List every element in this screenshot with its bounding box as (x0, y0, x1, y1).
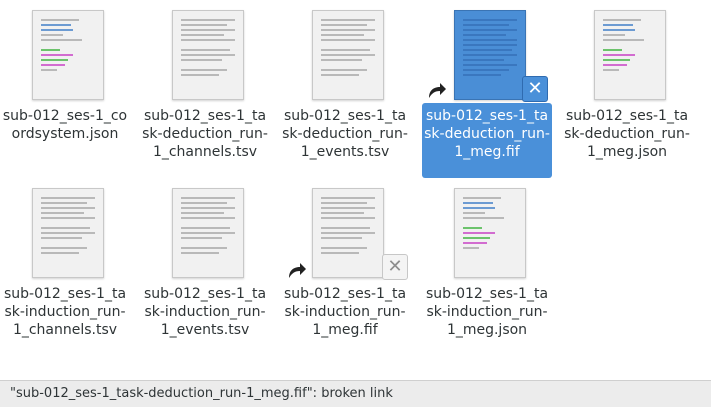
status-text: "sub-012_ses-1_task-deduction_run-1_meg.… (10, 386, 393, 401)
status-bar: "sub-012_ses-1_task-deduction_run-1_meg.… (0, 380, 711, 407)
symlink-arrow-icon (426, 80, 448, 102)
text-file-thumbnail (312, 188, 384, 278)
text-file-thumbnail (172, 10, 244, 100)
file-name: sub-012_ses-1_task-induction_run-1_meg.j… (425, 286, 549, 338)
file-item[interactable]: sub-012_ses-1_task-deduction_run-1_chann… (140, 0, 270, 174)
file-item-selected[interactable]: ✕ sub-012_ses-1_task-deduction_run-1_meg… (422, 0, 552, 178)
file-item[interactable]: sub-012_ses-1_task-induction_run-1_meg.j… (422, 178, 552, 352)
file-item[interactable]: sub-012_ses-1_task-induction_run-1_chann… (0, 178, 130, 352)
file-item[interactable]: sub-012_ses-1_task-deduction_run-1_event… (280, 0, 410, 174)
broken-x-icon: ✕ (522, 76, 548, 102)
symlink-arrow-icon (286, 260, 308, 282)
json-file-thumbnail (32, 10, 104, 100)
text-file-thumbnail (172, 188, 244, 278)
file-item[interactable]: sub-012_ses-1_coordsystem.json (0, 0, 130, 174)
file-name: sub-012_ses-1_task-deduction_run-1_chann… (142, 108, 268, 160)
file-item[interactable]: sub-012_ses-1_task-induction_run-1_event… (140, 178, 270, 352)
json-file-thumbnail (594, 10, 666, 100)
file-name: sub-012_ses-1_coordsystem.json (2, 108, 128, 142)
file-name: sub-012_ses-1_task-deduction_run-1_meg.j… (564, 108, 690, 160)
file-name: sub-012_ses-1_task-induction_run-1_chann… (3, 286, 127, 338)
text-file-thumbnail (454, 10, 526, 100)
file-item[interactable]: ✕ sub-012_ses-1_task-induction_run-1_meg… (280, 178, 410, 352)
text-file-thumbnail (312, 10, 384, 100)
file-name: sub-012_ses-1_task-induction_run-1_event… (143, 286, 267, 338)
file-item[interactable]: sub-012_ses-1_task-deduction_run-1_meg.j… (562, 0, 692, 174)
json-file-thumbnail (454, 188, 526, 278)
text-file-thumbnail (32, 188, 104, 278)
file-name: sub-012_ses-1_task-deduction_run-1_event… (282, 108, 408, 160)
file-grid: sub-012_ses-1_coordsystem.json sub-012_s… (0, 0, 711, 380)
file-name: sub-012_ses-1_task-induction_run-1_meg.f… (283, 286, 407, 338)
file-name: sub-012_ses-1_task-deduction_run-1_meg.f… (424, 108, 550, 160)
broken-x-icon: ✕ (382, 254, 408, 280)
